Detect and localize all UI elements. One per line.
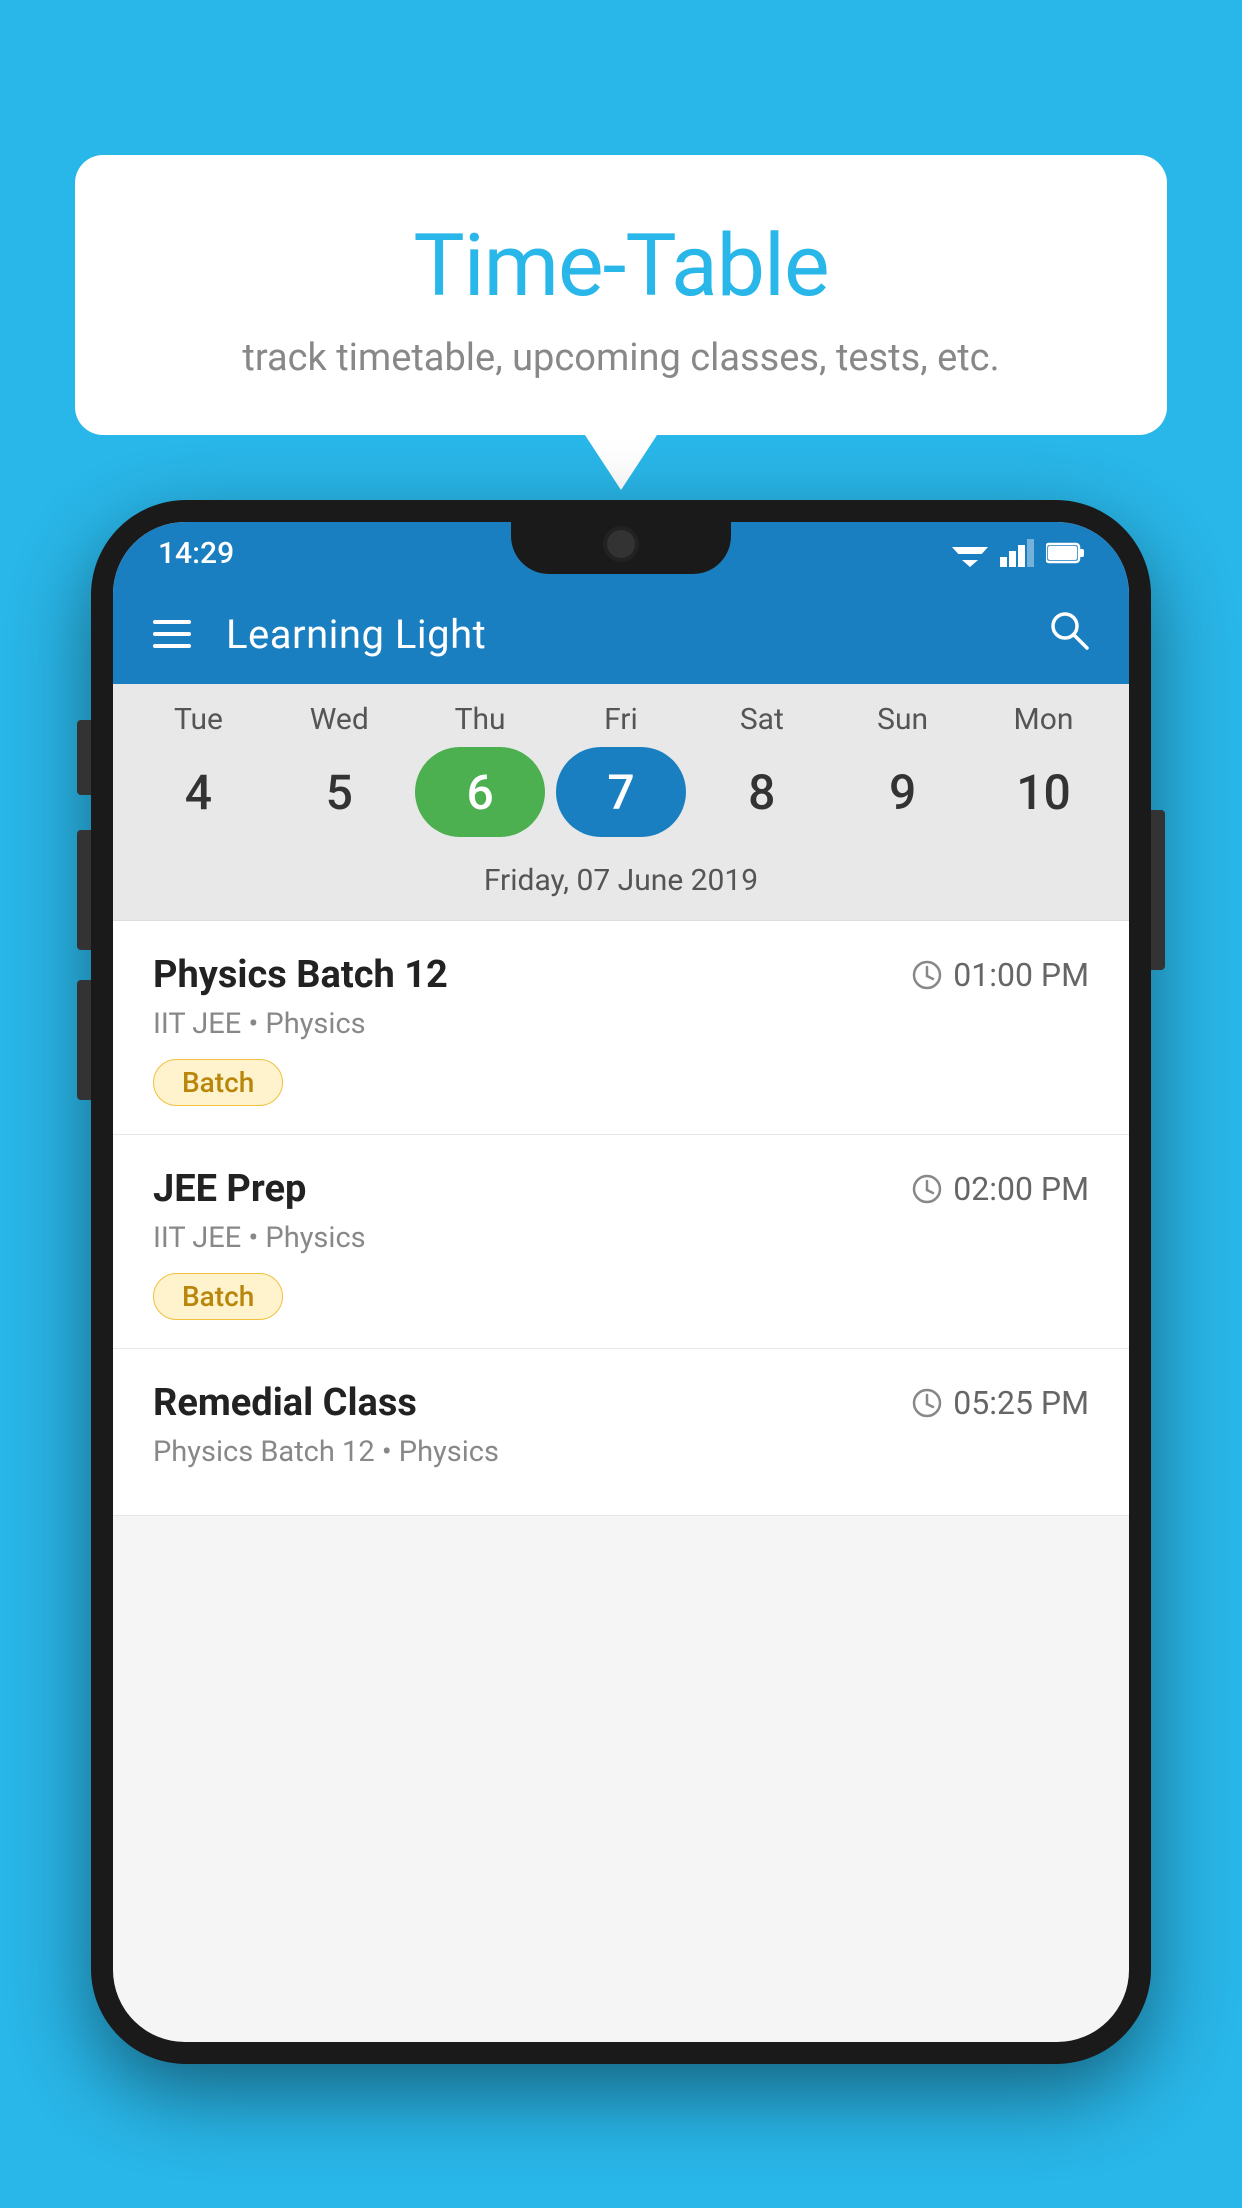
power-button[interactable]: [1151, 810, 1165, 970]
day-label-mon: Mon: [978, 702, 1108, 737]
schedule-item-3-time-text: 05:25 PM: [953, 1384, 1089, 1422]
day-label-sat: Sat: [697, 702, 827, 737]
schedule-item-3-title: Remedial Class: [153, 1381, 417, 1425]
schedule-item-3-header: Remedial Class 05:25 PM: [153, 1381, 1089, 1425]
day-label-wed: Wed: [274, 702, 404, 737]
speech-bubble-container: Time-Table track timetable, upcoming cla…: [75, 155, 1167, 435]
day-numbers-row: 4 5 6 7 8 9 10: [113, 737, 1129, 855]
calendar-day-4[interactable]: 4: [133, 747, 263, 837]
status-bar: 14:29: [113, 522, 1129, 584]
schedule-item-1-time: 01:00 PM: [911, 956, 1089, 994]
calendar-header: Tue Wed Thu Fri Sat Sun Mon 4 5 6 7 8 9 …: [113, 684, 1129, 921]
schedule-item-1-badge: Batch: [153, 1059, 283, 1106]
schedule-item-2[interactable]: JEE Prep 02:00 PM IIT JEE • Physics Batc…: [113, 1135, 1129, 1349]
calendar-day-7-selected[interactable]: 7: [556, 747, 686, 837]
hamburger-line-2: [153, 632, 191, 636]
wifi-icon: [952, 539, 988, 567]
clock-icon-1: [911, 959, 943, 991]
side-button-3[interactable]: [77, 980, 91, 1100]
battery-icon: [1046, 542, 1084, 564]
schedule-item-1-header: Physics Batch 12 01:00 PM: [153, 953, 1089, 997]
menu-button[interactable]: [153, 620, 191, 648]
schedule-item-2-time-text: 02:00 PM: [953, 1170, 1089, 1208]
day-label-fri: Fri: [556, 702, 686, 737]
signal-icon: [1000, 539, 1034, 567]
status-icons: [952, 539, 1084, 567]
app-bar: Learning Light: [113, 584, 1129, 684]
day-labels-row: Tue Wed Thu Fri Sat Sun Mon: [113, 702, 1129, 737]
app-bar-title: Learning Light: [226, 611, 1012, 658]
phone-screen: 14:29: [113, 522, 1129, 2042]
calendar-day-6-today[interactable]: 6: [415, 747, 545, 837]
calendar-day-5[interactable]: 5: [274, 747, 404, 837]
calendar-day-10[interactable]: 10: [978, 747, 1108, 837]
clock-icon-2: [911, 1173, 943, 1205]
schedule-item-3-time: 05:25 PM: [911, 1384, 1089, 1422]
hamburger-line-3: [153, 644, 191, 648]
clock-icon-3: [911, 1387, 943, 1419]
hamburger-line-1: [153, 620, 191, 624]
day-label-sun: Sun: [838, 702, 968, 737]
schedule-container: Physics Batch 12 01:00 PM IIT JEE • Phys…: [113, 921, 1129, 1516]
schedule-item-1-title: Physics Batch 12: [153, 953, 448, 997]
schedule-item-2-title: JEE Prep: [153, 1167, 306, 1211]
schedule-item-2-badge: Batch: [153, 1273, 283, 1320]
schedule-item-1[interactable]: Physics Batch 12 01:00 PM IIT JEE • Phys…: [113, 921, 1129, 1135]
search-button[interactable]: [1047, 608, 1089, 660]
schedule-item-2-subtitle: IIT JEE • Physics: [153, 1221, 1089, 1255]
schedule-item-2-time: 02:00 PM: [911, 1170, 1089, 1208]
phone-mockup: 14:29: [91, 500, 1151, 2064]
calendar-day-9[interactable]: 9: [838, 747, 968, 837]
day-label-thu: Thu: [415, 702, 545, 737]
schedule-item-1-time-text: 01:00 PM: [953, 956, 1089, 994]
schedule-item-1-subtitle: IIT JEE • Physics: [153, 1007, 1089, 1041]
calendar-day-8[interactable]: 8: [697, 747, 827, 837]
speech-bubble: Time-Table track timetable, upcoming cla…: [75, 155, 1167, 435]
bubble-title: Time-Table: [125, 215, 1117, 316]
bubble-subtitle: track timetable, upcoming classes, tests…: [125, 336, 1117, 380]
schedule-item-2-header: JEE Prep 02:00 PM: [153, 1167, 1089, 1211]
day-label-tue: Tue: [133, 702, 263, 737]
volume-down-button[interactable]: [77, 830, 91, 950]
selected-date-label: Friday, 07 June 2019: [113, 855, 1129, 921]
status-time: 14:29: [158, 536, 234, 571]
schedule-item-3[interactable]: Remedial Class 05:25 PM Physics Batch 12…: [113, 1349, 1129, 1516]
phone-outer: 14:29: [91, 500, 1151, 2064]
schedule-item-3-subtitle: Physics Batch 12 • Physics: [153, 1435, 1089, 1469]
volume-up-button[interactable]: [77, 720, 91, 795]
